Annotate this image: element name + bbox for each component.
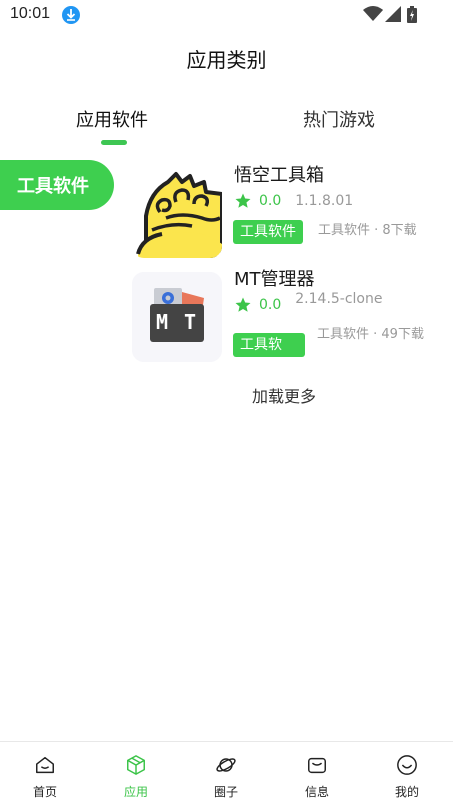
- star-icon: [235, 297, 251, 312]
- download-notification-icon: [62, 6, 80, 24]
- app-meta: 工具软件 · 49下载: [317, 327, 424, 342]
- tab-hot-games[interactable]: 热门游戏: [303, 106, 375, 132]
- category-pill-label: 工具软件: [17, 176, 89, 197]
- page-title: 应用类别: [186, 48, 267, 72]
- rating-row: 0.0 2.14.5-clone: [234, 291, 383, 316]
- nav-profile[interactable]: 我的: [362, 742, 452, 805]
- tab-active-indicator: [101, 140, 127, 145]
- planet-icon: [216, 758, 236, 772]
- app-version: 2.14.5-clone: [295, 291, 383, 307]
- category-pill-tools[interactable]: 工具软件: [0, 160, 114, 210]
- category-tabs: 应用软件 热门游戏: [0, 106, 453, 146]
- status-time: 10:01: [10, 5, 51, 22]
- signal-icon: [385, 6, 401, 22]
- nav-label: 首页: [32, 785, 57, 799]
- app-name: 悟空工具箱: [234, 165, 324, 186]
- wukong-toolbox-icon: [132, 168, 222, 258]
- app-list-item[interactable]: M T MT管理器 0.0 2.14.5-clone 工具软 工具软件 · 49…: [132, 269, 437, 372]
- mt-icon-text: M T: [155, 310, 199, 334]
- bottom-nav: 首页 应用 圈子 信息 我的: [0, 741, 453, 805]
- status-bar: 10:01: [0, 0, 453, 32]
- app-list-item[interactable]: 悟空工具箱 0.0 1.1.8.01 工具软件 工具软件 · 8下载: [132, 165, 437, 268]
- app-rating: 0.0: [259, 193, 282, 209]
- nav-circle[interactable]: 圈子: [181, 742, 271, 805]
- rating-row: 0.0 1.1.8.01: [234, 190, 353, 212]
- app-meta: 工具软件 · 8下载: [318, 223, 417, 238]
- app-rating: 0.0: [259, 297, 282, 313]
- wifi-icon: [363, 6, 383, 21]
- profile-icon: [397, 755, 417, 775]
- tab-apps[interactable]: 应用软件: [76, 106, 148, 132]
- app-name: MT管理器: [234, 269, 315, 290]
- nav-label: 我的: [394, 785, 419, 799]
- app-version: 1.1.8.01: [295, 193, 354, 209]
- nav-home[interactable]: 首页: [0, 742, 90, 805]
- status-icons: [363, 6, 423, 24]
- nav-label: 信息: [304, 785, 329, 799]
- load-more-button[interactable]: 加载更多: [0, 383, 453, 407]
- home-icon: [36, 756, 54, 774]
- nav-label: 应用: [123, 785, 148, 799]
- app-category-tag: 工具软件: [233, 220, 303, 244]
- message-icon: [308, 757, 326, 774]
- nav-messages[interactable]: 信息: [272, 742, 362, 805]
- app-category-tag: 工具软: [233, 333, 305, 357]
- star-icon: [235, 193, 251, 208]
- battery-icon: [407, 6, 417, 23]
- nav-apps[interactable]: 应用: [91, 742, 181, 805]
- apps-cube-icon: [127, 755, 145, 775]
- nav-label: 圈子: [213, 785, 238, 799]
